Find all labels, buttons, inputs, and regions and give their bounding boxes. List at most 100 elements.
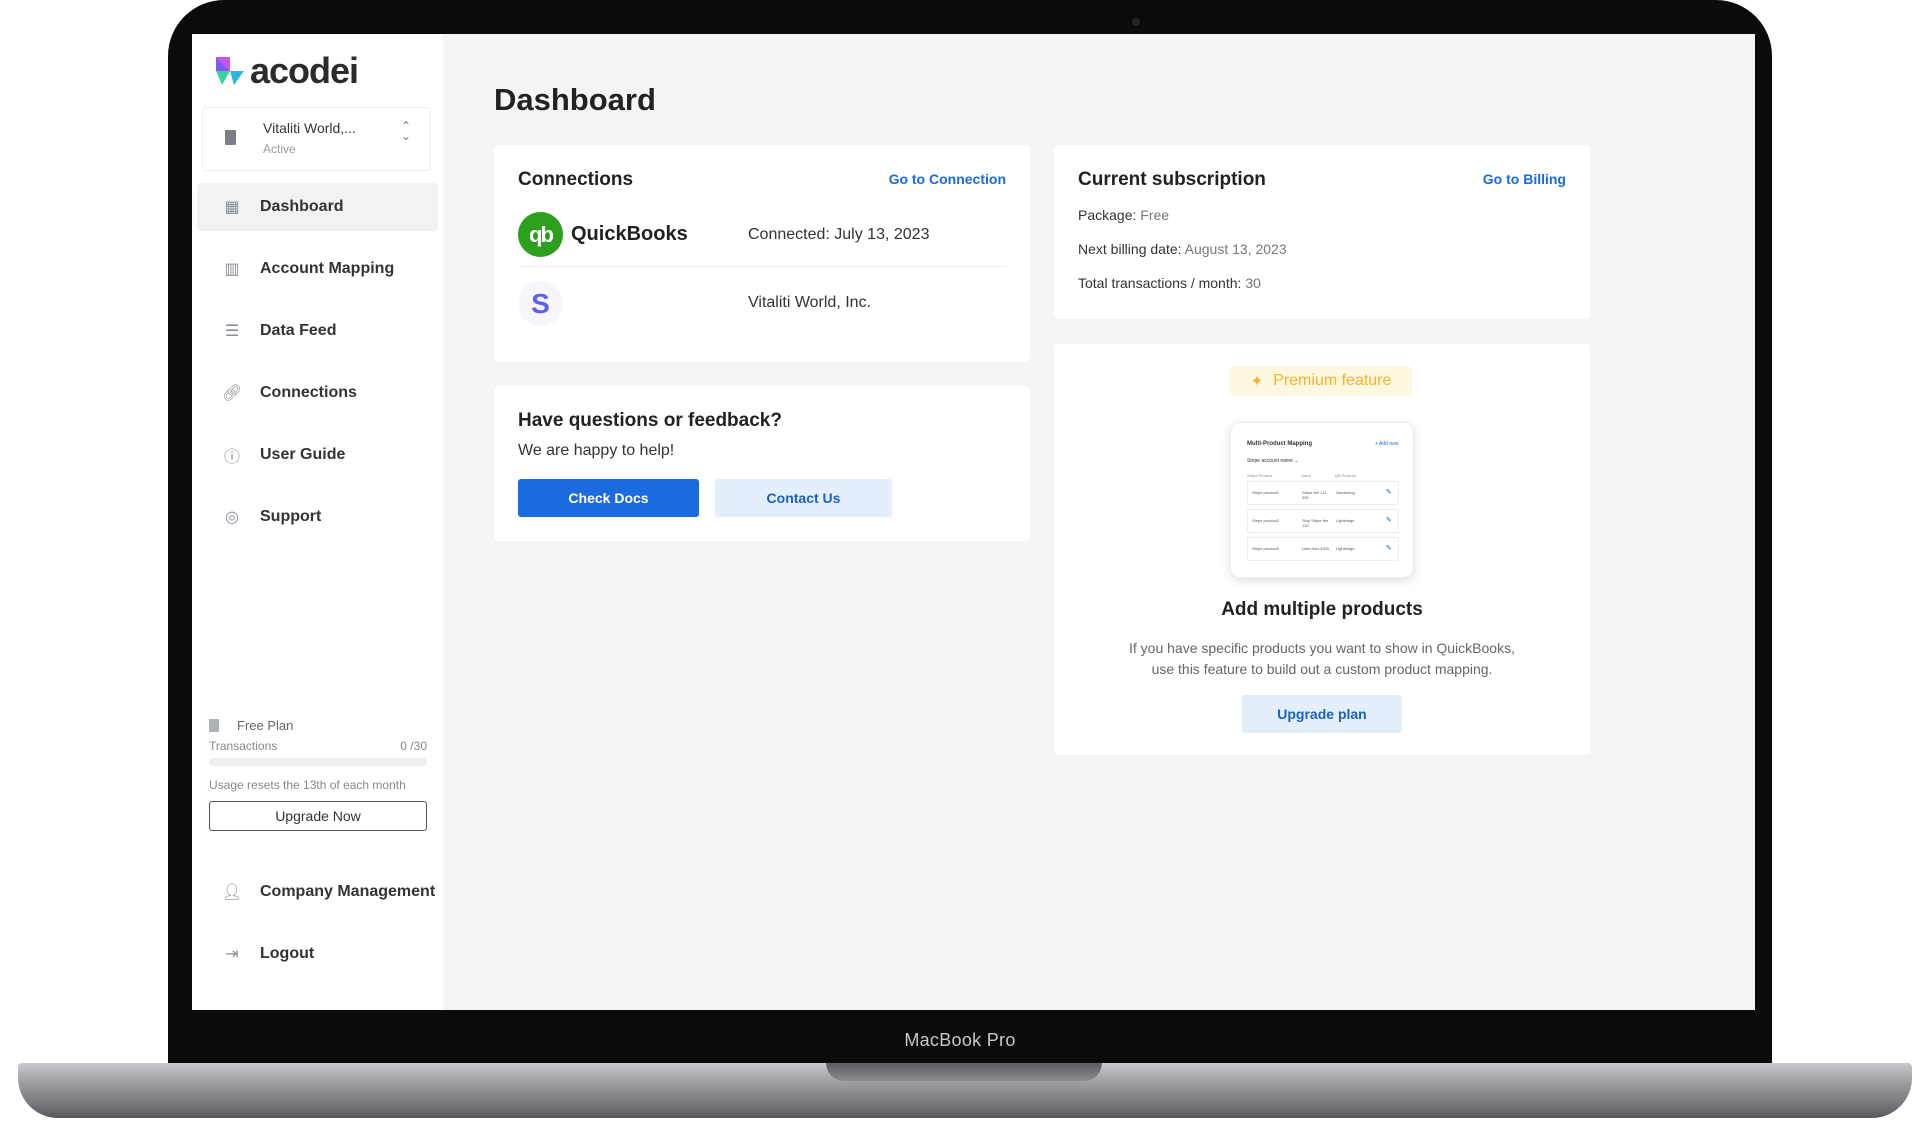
feedback-title: Have questions or feedback? [518, 410, 782, 431]
brand-logo[interactable]: acodei [210, 50, 359, 92]
person-icon: 👤︎ [221, 884, 243, 901]
usage-progress-bar [209, 758, 427, 766]
promo-description-line: use this feature to build out a custom p… [1151, 661, 1493, 677]
go-to-billing-link[interactable]: Go to Billing [1483, 171, 1566, 187]
package-line: Package: Free [1078, 207, 1169, 223]
sidebar-item-logout[interactable]: ⇥ Logout [197, 930, 438, 978]
sidebar-item-company-management[interactable]: 👤︎ Company Management [197, 868, 438, 916]
sidebar-item-account-mapping[interactable]: ▥ Account Mapping [197, 245, 438, 293]
sidebar-item-dashboard[interactable]: ▦ Dashboard [197, 183, 438, 231]
preview-row: Stripe product3 User fees 4200 Lightning… [1247, 537, 1399, 561]
preview-title: Multi-Product Mapping [1247, 441, 1312, 447]
sparkle-icon: ✦ [1250, 373, 1264, 390]
connection-row-stripe[interactable]: S Vitaliti World, Inc. [518, 271, 1006, 335]
plan-name: Free Plan [237, 718, 294, 733]
edit-icon: ✎ [1386, 517, 1392, 524]
company-selector[interactable]: Vitaliti World,... Active ⌃ ⌄ [202, 107, 431, 171]
company-status: Active [263, 142, 296, 156]
usage-reset-note: Usage resets the 13th of each month [209, 778, 406, 792]
transactions-line: Total transactions / month: 30 [1078, 275, 1261, 291]
sidebar-item-label: Support [260, 508, 322, 525]
connection-row-quickbooks[interactable]: qb QuickBooks Connected: July 13, 2023 [518, 203, 1006, 267]
sidebar-item-label: Company Management [260, 883, 436, 900]
preview-row: Stripe product1 Stripe fee 121 000 Garde… [1247, 481, 1399, 505]
sidebar-item-label: Account Mapping [260, 260, 395, 277]
promo-description-line: If you have specific products you want t… [1129, 640, 1515, 656]
preview-cell: Stripe fee 121 000 [1302, 490, 1327, 500]
subscription-card: Current subscription Go to Billing Packa… [1054, 145, 1590, 319]
page-title: Dashboard [494, 82, 656, 117]
sidebar-item-label: Data Feed [260, 322, 337, 339]
app-screen: acodei Vitaliti World,... Active ⌃ ⌄ ▦ Da… [192, 34, 1755, 1010]
preview-cell: Ship Stripe fee 120 [1302, 518, 1329, 528]
transactions-count: 0 /30 [400, 739, 427, 753]
plan-usage-panel: Free Plan Transactions 0 /30 Usage reset… [209, 718, 427, 831]
edit-icon: ✎ [1386, 545, 1392, 552]
total-transactions-value: 30 [1245, 275, 1261, 291]
preview-cell: User fees 4200 [1302, 546, 1330, 551]
preview-select: Stripe account name ⌄ [1247, 458, 1299, 464]
connections-card: Connections Go to Connection qb QuickBoo… [494, 145, 1030, 362]
preview-cell: Lightnings [1336, 518, 1355, 523]
premium-feature-badge: ✦ Premium feature [1230, 366, 1412, 396]
promo-title: Add multiple products [1221, 599, 1423, 620]
subscription-title: Current subscription [1078, 169, 1266, 190]
upgrade-now-button[interactable]: Upgrade Now [209, 801, 427, 831]
connection-name: QuickBooks [571, 223, 688, 245]
feedback-card: Have questions or feedback? We are happy… [494, 386, 1030, 541]
edit-icon: ✎ [1386, 489, 1392, 496]
feedback-subtitle: We are happy to help! [518, 442, 675, 459]
sidebar-item-label: User Guide [260, 446, 346, 463]
laptop-notch [826, 1063, 1102, 1081]
brand-name: acodei [250, 50, 359, 91]
sidebar-item-label: Logout [260, 945, 315, 962]
sidebar-nav: ▦ Dashboard ▥ Account Mapping ☰ Data Fee… [197, 183, 438, 555]
feature-preview-image: Multi-Product Mapping + Add new Stripe a… [1230, 422, 1414, 578]
connections-title: Connections [518, 169, 634, 190]
sidebar: acodei Vitaliti World,... Active ⌃ ⌄ ▦ Da… [192, 34, 443, 1010]
preview-header: Stripe Product [1247, 473, 1273, 478]
next-billing-value: August 13, 2023 [1184, 241, 1287, 257]
connection-status: Vitaliti World, Inc. [748, 294, 872, 311]
chevron-up-down-icon: ⌃ ⌄ [401, 119, 412, 143]
company-name: Vitaliti World,... [263, 120, 356, 136]
sidebar-item-user-guide[interactable]: ⓘ User Guide [197, 431, 438, 479]
go-to-connection-link[interactable]: Go to Connection [889, 171, 1006, 187]
check-docs-button[interactable]: Check Docs [518, 479, 699, 517]
preview-add-link: + Add new [1375, 441, 1399, 447]
transactions-label: Transactions [209, 739, 278, 753]
logout-icon: ⇥ [225, 946, 239, 963]
link-icon: 🔗︎ [221, 385, 243, 402]
plan-header: Free Plan [209, 718, 427, 733]
quickbooks-logo-icon: qb [518, 212, 563, 257]
sidebar-item-label: Connections [260, 384, 357, 401]
lifebuoy-icon: ◎ [225, 509, 239, 526]
upgrade-plan-button[interactable]: Upgrade plan [1242, 695, 1402, 733]
preview-cell: Gardening [1336, 490, 1355, 495]
sidebar-item-connections[interactable]: 🔗︎ Connections [197, 369, 438, 417]
contact-us-button[interactable]: Contact Us [715, 479, 892, 517]
premium-promo-card: ✦ Premium feature Multi-Product Mapping … [1054, 344, 1590, 755]
document-icon [209, 719, 219, 732]
preview-cell: Stripe product1 [1252, 490, 1280, 495]
connection-status: Connected: July 13, 2023 [748, 225, 930, 243]
sidebar-bottom-nav: 👤︎ Company Management ⇥ Logout [197, 868, 438, 992]
dashboard-icon: ▦ [224, 199, 240, 216]
package-value: Free [1140, 207, 1170, 223]
acodei-logo-icon [216, 57, 244, 85]
promo-description: If you have specific products you want t… [1114, 638, 1530, 680]
total-transactions-label: Total transactions / month: [1078, 275, 1242, 291]
premium-badge-label: Premium feature [1273, 372, 1392, 389]
package-label: Package: [1078, 207, 1137, 223]
preview-cell: Lightnings [1336, 546, 1355, 551]
preview-cell: Stripe product2 [1252, 518, 1280, 523]
stripe-logo-icon: S [518, 280, 563, 326]
sidebar-item-support[interactable]: ◎ Support [197, 493, 438, 541]
sidebar-item-data-feed[interactable]: ☰ Data Feed [197, 307, 438, 355]
info-icon: ⓘ [223, 449, 240, 466]
list-icon: ☰ [224, 323, 240, 340]
building-icon [225, 130, 236, 145]
preview-cell: Stripe product3 [1252, 546, 1280, 551]
preview-header: Value [1301, 473, 1311, 478]
transactions-row: Transactions 0 /30 [209, 739, 427, 753]
